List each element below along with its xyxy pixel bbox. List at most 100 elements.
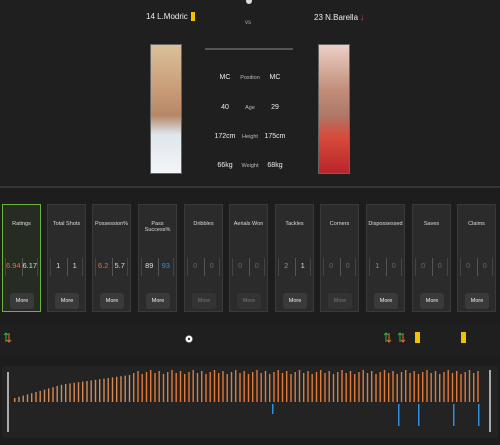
activity-bar <box>124 375 126 402</box>
activity-bar <box>379 372 381 402</box>
right-value: 1 <box>300 261 305 270</box>
activity-bar <box>405 370 407 402</box>
activity-bar <box>103 378 105 402</box>
activity-bar <box>22 395 24 402</box>
more-button[interactable]: More <box>420 293 444 309</box>
stat-card-values: 00 <box>187 258 220 276</box>
comparison-row-weight: 66kg Weight 68kg <box>217 162 283 169</box>
more-button[interactable]: More <box>374 293 398 309</box>
activity-bar <box>65 384 67 402</box>
more-button[interactable]: More <box>10 293 34 309</box>
activity-bar <box>413 371 415 402</box>
activity-bar <box>239 373 241 402</box>
activity-bar <box>77 382 80 402</box>
right-player-name[interactable]: 23 N.Barella ↓ <box>314 12 365 22</box>
more-button[interactable]: More <box>146 293 170 309</box>
activity-bar <box>478 404 480 426</box>
right-value: 93 <box>161 261 170 270</box>
yellow-card-icon[interactable] <box>461 332 466 343</box>
stat-card[interactable]: Corners 0 0 More <box>320 204 359 312</box>
activity-bar <box>358 372 360 402</box>
more-button[interactable]: More <box>100 293 124 309</box>
yellow-card-icon[interactable] <box>415 332 420 343</box>
stat-card[interactable]: Dribbles 0 0 More <box>184 204 223 312</box>
activity-bar <box>116 376 118 402</box>
more-button[interactable]: More <box>237 293 261 309</box>
more-button[interactable]: More <box>465 293 489 309</box>
stat-card[interactable]: Ratings 6.94 6.17 More <box>2 204 41 312</box>
player-comparison-header: 14 L.Modric vs 23 N.Barella ↓ MC Position… <box>0 0 500 186</box>
activity-bar <box>39 390 41 402</box>
activity-bar <box>269 374 271 402</box>
activity-bar <box>145 372 148 402</box>
stat-card-title: Possession% <box>94 221 129 227</box>
activity-bar <box>272 404 274 414</box>
activity-bar <box>252 372 254 402</box>
activity-bar <box>213 370 216 402</box>
activity-bar <box>392 371 394 402</box>
stat-card[interactable]: Dispossessed 1 0 More <box>366 204 405 312</box>
sub-arrows-icon[interactable] <box>397 332 406 343</box>
graph-background <box>2 366 498 438</box>
stat-card-title: Saves <box>423 221 440 227</box>
top-indicator-dot <box>246 0 252 4</box>
activity-bar <box>430 373 432 402</box>
stat-card[interactable]: Possession% 6.2 5.7 More <box>92 204 131 312</box>
activity-bar <box>464 372 466 402</box>
stat-card[interactable]: Total Shots 1 1 More <box>47 204 86 312</box>
stat-card[interactable]: Claims 0 0 More <box>457 204 496 312</box>
activity-bar <box>307 371 309 402</box>
right-value: 6.17 <box>22 261 38 270</box>
match-timeline <box>0 325 500 357</box>
activity-bar <box>371 371 373 402</box>
activity-bar <box>281 373 284 402</box>
stat-card[interactable]: Pass Success% 89 93 More <box>138 204 177 312</box>
activity-bar <box>453 404 455 426</box>
activity-bars <box>2 366 498 438</box>
activity-bar <box>256 370 258 402</box>
stat-card-values: 00 <box>415 258 448 276</box>
stat-card-values: 10 <box>369 258 402 276</box>
activity-bar <box>447 370 449 402</box>
stat-card[interactable]: Aerials Won 0 0 More <box>229 204 268 312</box>
stat-card-title: Total Shots <box>52 221 81 227</box>
stat-card[interactable]: Saves 0 0 More <box>412 204 451 312</box>
more-button[interactable]: More <box>192 293 216 309</box>
left-player-name[interactable]: 14 L.Modric <box>146 12 195 22</box>
activity-bar <box>400 372 403 402</box>
right-value: 0 <box>254 261 259 270</box>
right-value: 0 <box>482 261 487 270</box>
graph-marker <box>489 370 491 432</box>
stat-card[interactable]: Tackles 2 1 More <box>275 204 314 312</box>
activity-bar <box>133 373 135 402</box>
activity-bar <box>35 392 37 402</box>
more-button[interactable]: More <box>55 293 79 309</box>
activity-bar <box>398 404 400 426</box>
activity-bar <box>175 373 177 402</box>
more-button[interactable]: More <box>328 293 352 309</box>
graph-marker <box>7 372 9 432</box>
activity-bar <box>477 371 479 402</box>
activity-bar <box>205 374 207 402</box>
stat-card-title: Aerials Won <box>233 221 264 227</box>
more-button[interactable]: More <box>283 293 307 309</box>
stat-card-title: Claims <box>468 221 485 227</box>
left-value: 0 <box>329 261 334 270</box>
sub-arrows-icon[interactable] <box>383 332 392 343</box>
activity-bar <box>468 370 471 402</box>
activity-bar <box>179 371 182 402</box>
yellow-card-icon <box>190 12 195 22</box>
comparison-row-age: 40 Age 29 <box>221 104 279 111</box>
left-value: 6.2 <box>98 261 109 270</box>
comparison-row-height: 172cm Height 175cm <box>214 133 286 140</box>
activity-bar <box>226 374 228 402</box>
activity-bar <box>345 373 347 402</box>
ball-icon[interactable] <box>185 335 193 343</box>
right-value: 1 <box>72 261 77 270</box>
activity-bar <box>277 370 279 402</box>
sub-arrows-icon[interactable] <box>3 332 12 343</box>
activity-bar <box>52 387 54 402</box>
activity-bar <box>243 371 245 402</box>
left-value: 1 <box>375 261 380 270</box>
activity-bar <box>290 374 292 402</box>
